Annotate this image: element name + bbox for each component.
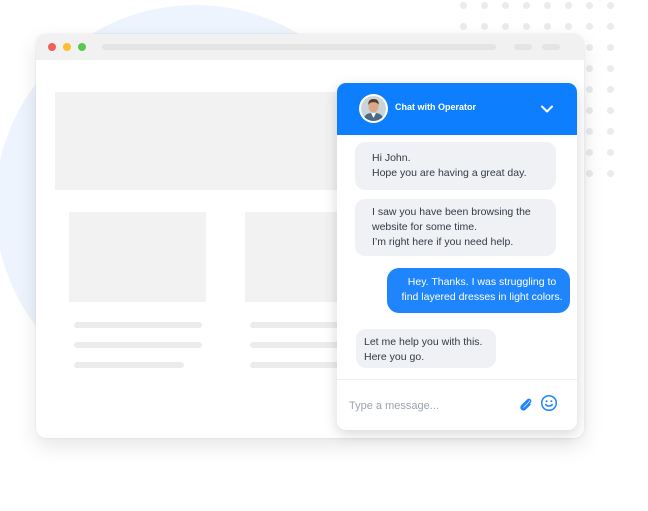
decorative-dot [607, 149, 614, 156]
decorative-dot [586, 170, 593, 177]
smiley-icon[interactable] [540, 394, 558, 412]
composer-divider [337, 379, 577, 380]
decorative-dot [544, 2, 551, 9]
decorative-dot [607, 128, 614, 135]
message-bubble-user: Hey. Thanks. I was struggling to find la… [387, 268, 570, 313]
message-bubble-operator: Let me help you with this. Here you go. [356, 329, 496, 368]
address-bar[interactable] [102, 44, 496, 50]
message-line: Here you go. [364, 351, 425, 363]
text-placeholder-line [74, 322, 202, 328]
toolbar-control[interactable] [542, 44, 560, 50]
decorative-dot [607, 2, 614, 9]
message-line: I’m right here if you need help. [372, 236, 514, 248]
paperclip-icon[interactable] [517, 396, 535, 414]
close-window-dot[interactable] [48, 43, 56, 51]
chat-title: Chat with Operator [395, 102, 477, 112]
message-line: Hi John. [372, 152, 411, 164]
decorative-dot [607, 44, 614, 51]
browser-titlebar [36, 34, 584, 60]
hero-placeholder [55, 92, 355, 190]
decorative-dot [586, 44, 593, 51]
decorative-dot [586, 107, 593, 114]
decorative-dot [586, 128, 593, 135]
message-line: website for some time. [372, 221, 478, 233]
decorative-dot [586, 2, 593, 9]
message-line: Hey. Thanks. I was struggling to [407, 276, 557, 288]
decorative-dot [607, 86, 614, 93]
decorative-dot [481, 23, 488, 30]
text-placeholder-line [74, 362, 184, 368]
decorative-dot [460, 2, 467, 9]
message-bubble-operator: I saw you have been browsing the website… [355, 199, 556, 256]
decorative-dot [607, 107, 614, 114]
chat-widget: Chat with Operator Hi John. Hope you are… [337, 83, 577, 430]
decorative-dot [586, 86, 593, 93]
message-line: I saw you have been browsing the [372, 206, 531, 218]
decorative-dot [544, 23, 551, 30]
decorative-dot [460, 23, 467, 30]
decorative-dot [502, 2, 509, 9]
decorative-dot [607, 23, 614, 30]
message-line: find layered dresses in light colors. [401, 291, 563, 303]
message-line: Hope you are having a great day. [372, 167, 527, 179]
chevron-down-icon[interactable] [539, 101, 555, 117]
decorative-dot [586, 23, 593, 30]
decorative-dot [565, 2, 572, 9]
decorative-dot [523, 2, 530, 9]
decorative-dot [607, 65, 614, 72]
image-placeholder [69, 212, 206, 302]
text-placeholder-line [74, 342, 202, 348]
decorative-dot [481, 2, 488, 9]
decorative-dot [565, 23, 572, 30]
message-input[interactable] [349, 399, 509, 413]
decorative-dot [586, 65, 593, 72]
maximize-window-dot[interactable] [78, 43, 86, 51]
decorative-dot [502, 23, 509, 30]
decorative-dot [586, 149, 593, 156]
toolbar-control[interactable] [514, 44, 532, 50]
message-line: Let me help you with this. [364, 336, 483, 348]
avatar [359, 94, 388, 123]
message-bubble-operator: Hi John. Hope you are having a great day… [355, 142, 556, 190]
decorative-dot [523, 23, 530, 30]
decorative-dot [607, 170, 614, 177]
minimize-window-dot[interactable] [63, 43, 71, 51]
chat-header: Chat with Operator [337, 83, 577, 135]
